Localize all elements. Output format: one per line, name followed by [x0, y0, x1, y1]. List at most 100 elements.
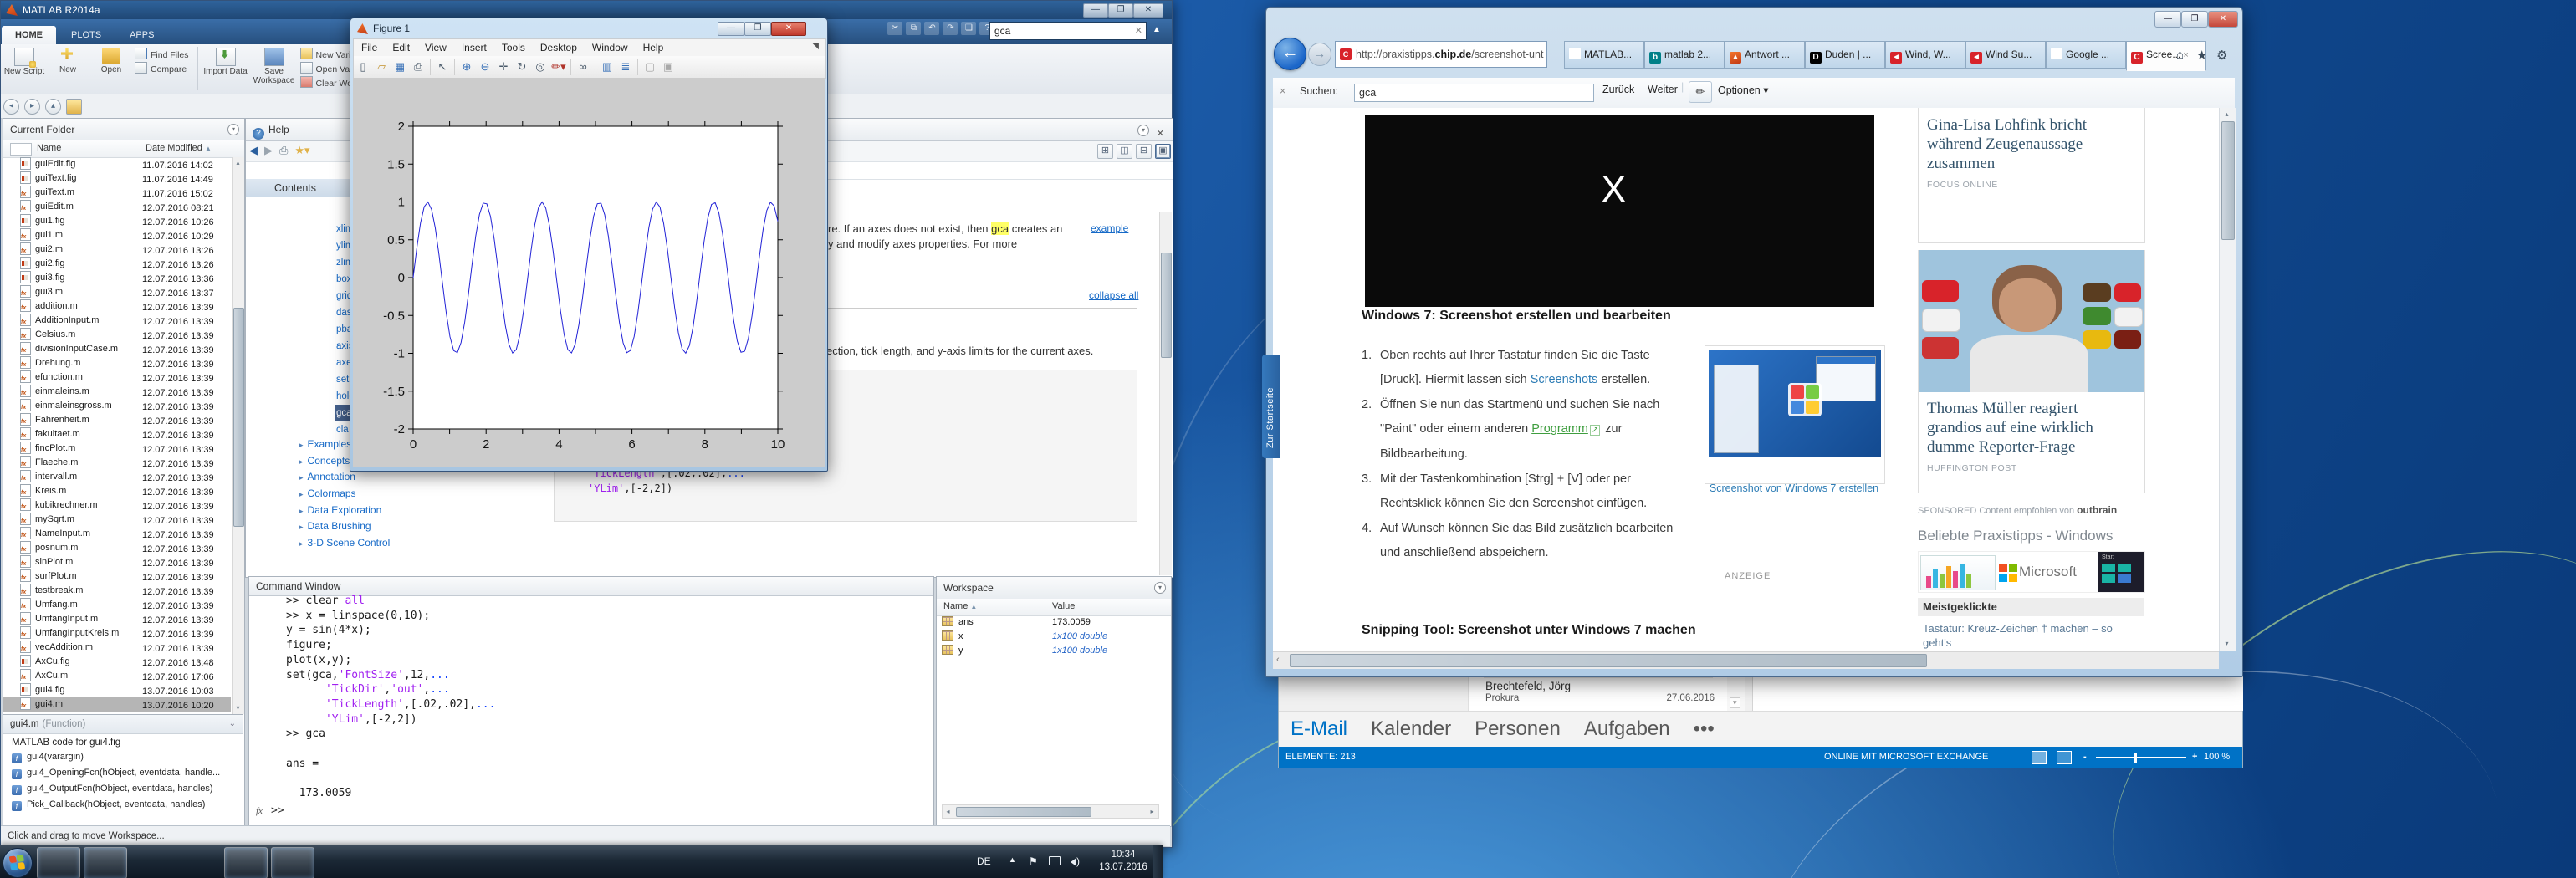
sine-plot[interactable]: 0246810-2-1.5-1-0.500.511.52 [353, 78, 825, 467]
collapse-ribbon-icon[interactable]: ▲ [1148, 22, 1165, 38]
ribbon-button[interactable]: Compare [135, 62, 189, 76]
taskbar-button[interactable] [130, 847, 172, 877]
column-headers[interactable]: Name ▲ Value [937, 599, 1171, 616]
current-folder-header[interactable]: Current Folder ▾ [3, 119, 244, 140]
file-row[interactable]: gui4.fig13.07.2016 10:03 [3, 683, 231, 697]
outlook-nav-item[interactable]: ••• [1694, 717, 1715, 741]
name-column-header[interactable]: Name [37, 143, 61, 153]
ribbon-tab[interactable]: APPS [116, 26, 167, 44]
file-row[interactable]: AxCu.m12.07.2016 17:06 [3, 669, 231, 683]
menu-item[interactable]: View [417, 39, 454, 56]
hide-plot-tools-icon[interactable]: ▢ [641, 59, 658, 75]
cut-icon[interactable]: ✂ [887, 22, 902, 35]
zoom-in-control[interactable]: + [2192, 747, 2197, 768]
figure-window[interactable]: Figure 1 — ❐ ✕ FileEditViewInsertToolsDe… [350, 18, 828, 472]
thumbnail-caption[interactable]: Screenshot von Windows 7 erstellen [1705, 482, 1883, 494]
list-item-link[interactable]: Tastatur: Kreuz-Zeichen † machen – so ge… [1918, 616, 2144, 651]
file-row[interactable]: guiEdit.fig11.07.2016 14:02 [3, 157, 231, 171]
back-icon[interactable]: ◀ [249, 144, 258, 157]
print-icon[interactable]: ⎙ [279, 144, 288, 157]
internet-explorer-window[interactable]: — ❐ ✕ ← → Chttp://praxistipps.chip.de/sc… [1265, 7, 2243, 677]
scrollbar-thumb[interactable] [956, 807, 1091, 817]
file-row[interactable]: gui3.m12.07.2016 13:37 [3, 285, 231, 299]
scroll-down-icon[interactable]: ▾ [1730, 697, 1740, 708]
outlook-window[interactable]: Brechtefeld, Jörg Prokura 27.06.2016 ▾ E… [1278, 674, 2243, 768]
file-row[interactable]: gui1.m12.07.2016 10:29 [3, 228, 231, 242]
close-button[interactable]: ✕ [2208, 11, 2238, 28]
colorbar-icon[interactable]: ▥ [599, 59, 616, 75]
file-row[interactable]: guiText.m11.07.2016 15:02 [3, 186, 231, 200]
browser-tab[interactable]: ▲Antwort ...× [1725, 41, 1805, 69]
maximize-button[interactable]: ❐ [744, 22, 771, 36]
scrollbar-thumb[interactable] [233, 308, 244, 527]
file-row[interactable]: surfPlot.m12.07.2016 13:39 [3, 569, 231, 584]
help-tree-section[interactable]: ▸Data Brushing [299, 518, 500, 535]
file-row[interactable]: einmaleins.m12.07.2016 13:39 [3, 385, 231, 399]
address-bar[interactable]: Chttp://praxistipps.chip.de/screenshot-u… [1335, 41, 1547, 68]
ribbon-button[interactable]: New Script [3, 45, 46, 92]
taskbar-button[interactable] [84, 847, 127, 878]
scroll-up-icon[interactable]: ▴ [2221, 109, 2232, 120]
volume-icon[interactable]: ) [1071, 855, 1080, 867]
file-row[interactable]: Fahrenheit.m12.07.2016 13:39 [3, 413, 231, 427]
inline-link[interactable]: Screenshots [1531, 373, 1598, 386]
favorites-star-icon[interactable]: ★ [2196, 48, 2207, 63]
documentation-search-box[interactable]: gca ✕ [989, 22, 1147, 40]
file-row[interactable]: sinPlot.m12.07.2016 13:39 [3, 555, 231, 569]
horizontal-scrollbar[interactable]: ‹ [1273, 651, 2219, 669]
browser-tab[interactable]: ◄Wind Su...× [1965, 41, 2046, 69]
panel-menu-icon[interactable]: ▾ [1154, 582, 1166, 594]
date-column-header[interactable]: Date Modified ▲ [146, 143, 212, 153]
browser-back-button[interactable]: ← [1274, 38, 1306, 70]
vertical-scrollbar[interactable]: ▴ ▾ [2219, 108, 2236, 651]
browser-tab[interactable]: MATLAB...× [1564, 41, 1644, 69]
outbrain-logo[interactable]: outbrain [2077, 504, 2117, 516]
cursor-icon[interactable]: ↖ [434, 59, 451, 75]
scrollbar-thumb[interactable] [1161, 253, 1172, 358]
ribbon-button[interactable]: Import Data [202, 45, 250, 92]
up-folder-icon[interactable]: ▴ [45, 99, 61, 115]
ribbon-button[interactable]: Find Files [135, 48, 189, 62]
file-row[interactable]: vecAddition.m12.07.2016 13:39 [3, 641, 231, 655]
show-plot-tools-icon[interactable]: ▣ [660, 59, 677, 75]
outlook-nav-item[interactable]: Personen [1475, 717, 1561, 741]
menu-item[interactable]: Tools [494, 39, 533, 56]
collapse-all-link[interactable]: collapse all [1089, 289, 1138, 301]
scrollbar-thumb[interactable] [1290, 654, 1927, 667]
network-icon[interactable] [1049, 855, 1061, 867]
browser-tab[interactable]: CScree...× [2126, 41, 2206, 71]
find-next-button[interactable]: Weiter [1648, 84, 1678, 95]
scroll-down-icon[interactable]: ▾ [233, 702, 243, 713]
zoom-level[interactable]: 100 % [2204, 747, 2230, 768]
file-row[interactable]: gui2.m12.07.2016 13:26 [3, 242, 231, 257]
legend-icon[interactable]: ≣ [617, 59, 634, 75]
file-row[interactable]: einmaleinsgross.m12.07.2016 13:39 [3, 399, 231, 413]
url-text[interactable]: http://praxistipps.chip.de/screenshot-un… [1356, 48, 1543, 60]
copy-icon[interactable]: ⧉ [906, 22, 921, 35]
zoom-out-control[interactable]: - [2083, 747, 2087, 768]
save-icon[interactable]: ▦ [391, 59, 408, 75]
maximize-button[interactable]: ❐ [1108, 3, 1133, 18]
forward-icon[interactable]: ▸ [24, 99, 40, 115]
example-link[interactable]: example [1091, 222, 1128, 234]
file-row[interactable]: gui1.fig12.07.2016 10:26 [3, 214, 231, 228]
help-tree-section[interactable]: ▸Annotation [299, 469, 500, 486]
file-row[interactable]: kubikrechner.m12.07.2016 13:39 [3, 498, 231, 513]
variable-row[interactable]: x1x100 double [937, 630, 1171, 644]
find-options-button[interactable]: Optionen ▾ [1718, 84, 1768, 96]
help-scrollbar[interactable] [1159, 212, 1172, 575]
ribbon-button[interactable]: Save Workspace [250, 45, 299, 92]
browser-tab[interactable]: Google ...× [2046, 41, 2126, 69]
taskbar-button[interactable] [37, 847, 80, 878]
inline-link[interactable]: Programm [1531, 422, 1588, 436]
link-plot-icon[interactable]: ∞ [575, 59, 591, 75]
zoom-out-icon[interactable]: ⊖ [477, 59, 493, 75]
command-window-panel[interactable]: Command Window >> clear all>> x = linspa… [248, 576, 934, 827]
workspace-scrollbar[interactable]: ◂ ▸ [942, 804, 1159, 819]
open-icon[interactable]: ▱ [373, 59, 390, 75]
panel-menu-icon[interactable]: ▾ [227, 124, 239, 135]
command-output[interactable]: >> clear all>> x = linspace(0,10);y = si… [286, 594, 495, 801]
file-row[interactable]: gui3.fig12.07.2016 13:36 [3, 271, 231, 285]
sidebar-article-2[interactable]: Thomas Müller reagiertgrandios auf eine … [1918, 250, 2145, 493]
redo-icon[interactable]: ↷ [943, 22, 958, 35]
